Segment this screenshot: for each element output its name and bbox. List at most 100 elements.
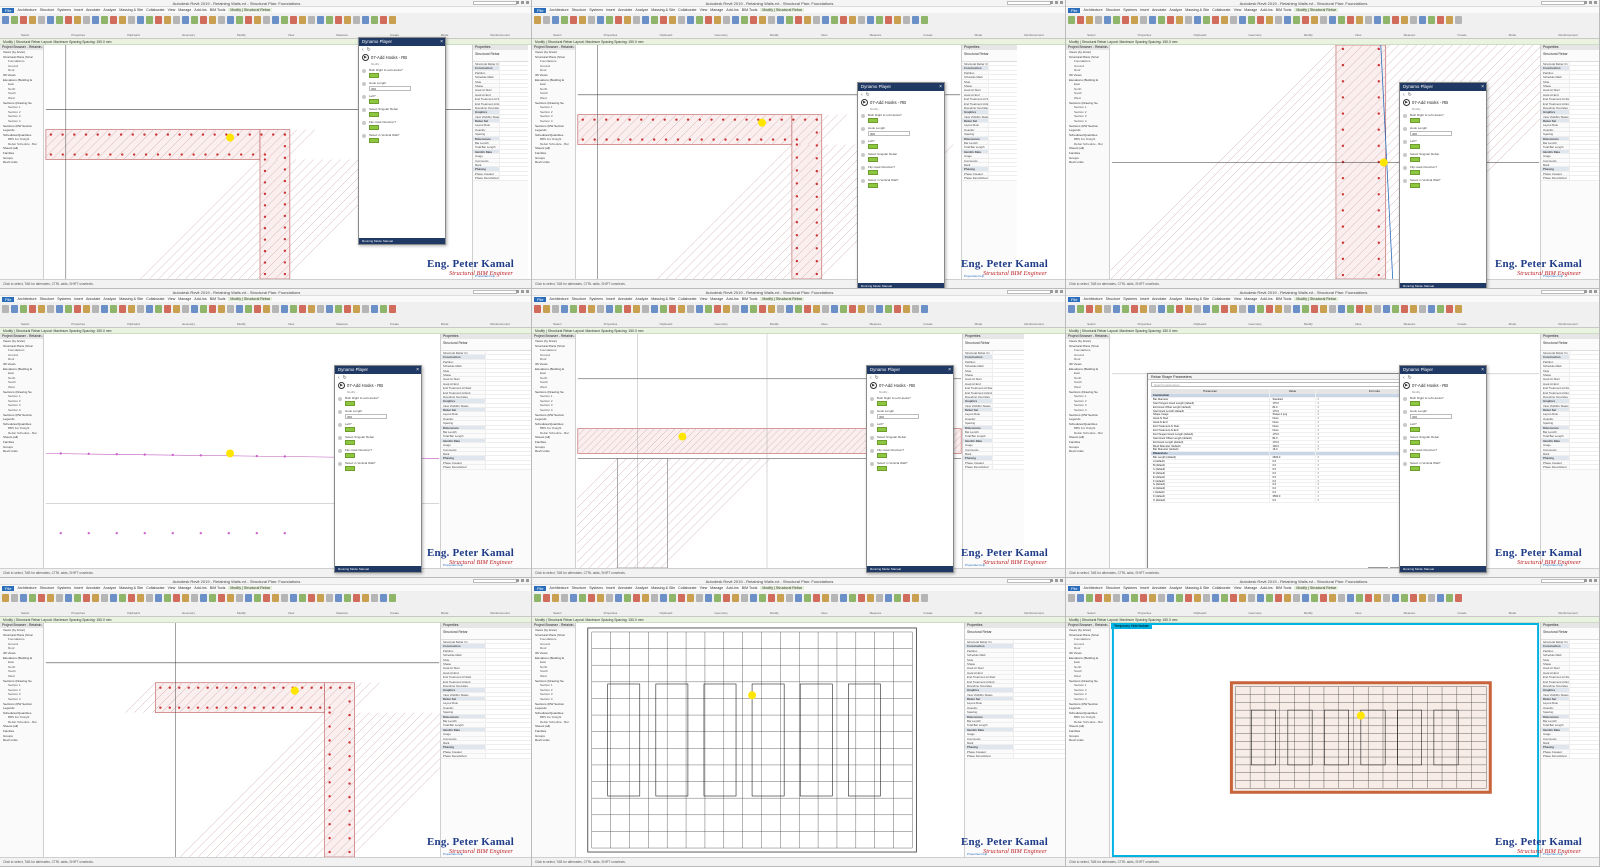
ribbon-tool-icon[interactable]: [1401, 16, 1408, 24]
ribbon-tool-icon[interactable]: [2, 594, 9, 602]
ribbon-tool-icon[interactable]: [146, 594, 153, 602]
property-value[interactable]: [484, 408, 531, 412]
ribbon-tool-icon[interactable]: [1077, 16, 1084, 24]
ribbon-tool-icon[interactable]: [759, 16, 766, 24]
ribbon-tool-icon[interactable]: [1428, 16, 1435, 24]
tab-item[interactable]: Add-Ins: [1260, 297, 1272, 301]
property-value[interactable]: [1569, 692, 1599, 697]
ribbon-tool-icon[interactable]: [651, 16, 658, 24]
ribbon-tool-icon[interactable]: [1149, 305, 1156, 313]
ribbon-tool-icon[interactable]: [1356, 594, 1363, 602]
rebar-dot[interactable]: [815, 131, 818, 134]
property-value[interactable]: [1013, 719, 1065, 723]
rebar-dot[interactable]: [84, 133, 88, 136]
ribbon-tool-icon[interactable]: [876, 16, 883, 24]
ribbon-tool-icon[interactable]: [1248, 305, 1255, 313]
ribbon-tool-icon[interactable]: [11, 594, 18, 602]
rebar-dot[interactable]: [190, 133, 193, 136]
rebar-dot[interactable]: [815, 182, 818, 186]
ribbon-tool-icon[interactable]: [92, 16, 99, 24]
property-value[interactable]: [988, 105, 1017, 110]
ribbon-tool-icon[interactable]: [74, 305, 81, 313]
ribbon-tool-icon[interactable]: [1149, 594, 1156, 602]
ribbon-tool-icon[interactable]: [660, 16, 667, 24]
rebar-dot[interactable]: [605, 138, 608, 141]
rebar-dot[interactable]: [49, 153, 53, 156]
ribbon-tool-icon[interactable]: [903, 594, 910, 602]
ribbon-tool-icon[interactable]: [29, 305, 36, 313]
ribbon-tool-icon[interactable]: [101, 594, 108, 602]
back-icon[interactable]: ‹: [861, 92, 863, 98]
property-value[interactable]: [1569, 675, 1599, 679]
rebar-dot[interactable]: [780, 118, 783, 121]
rebar-dot[interactable]: [815, 169, 818, 173]
ribbon-tool-icon[interactable]: [1383, 594, 1390, 602]
play-icon[interactable]: ▶: [1403, 99, 1410, 106]
rebar-dot[interactable]: [348, 850, 351, 854]
tab-item[interactable]: Manage: [178, 8, 191, 12]
ribbon-tool-icon[interactable]: [155, 305, 162, 313]
ribbon-tool-icon[interactable]: [921, 16, 928, 24]
browser-item[interactable]: Revit Links: [0, 160, 43, 165]
rebar-dot[interactable]: [61, 153, 64, 156]
ribbon-tool-icon[interactable]: [1095, 305, 1102, 313]
tab-item[interactable]: Annotate: [86, 586, 100, 590]
rebar-dot[interactable]: [234, 686, 238, 689]
ribbon-tool-icon[interactable]: [660, 305, 667, 313]
type-selector[interactable]: Structural Rebar: [1541, 628, 1599, 640]
ribbon-tool-icon[interactable]: [1320, 594, 1327, 602]
property-value[interactable]: [1013, 701, 1065, 705]
ribbon-tool-icon[interactable]: [83, 16, 90, 24]
parameter-value[interactable]: 100.0: [1269, 444, 1314, 448]
input-value-field[interactable]: 300: [369, 86, 411, 91]
ribbon-tool-icon[interactable]: [119, 305, 126, 313]
property-value[interactable]: [1569, 75, 1599, 79]
ribbon-tool-icon[interactable]: [1257, 16, 1264, 24]
ribbon-tool-icon[interactable]: [92, 594, 99, 602]
tab-item[interactable]: View: [168, 8, 176, 12]
ribbon-tool-icon[interactable]: [687, 16, 694, 24]
ribbon-tool-icon[interactable]: [254, 16, 261, 24]
ribbon-tool-icon[interactable]: [182, 594, 189, 602]
rebar-dot[interactable]: [328, 809, 331, 812]
rebar-dot[interactable]: [49, 133, 53, 136]
ribbon-tool-icon[interactable]: [822, 594, 829, 602]
rebar-dot[interactable]: [263, 192, 267, 196]
ribbon-tool-icon[interactable]: [687, 594, 694, 602]
tab-item[interactable]: Massing & Site: [119, 586, 143, 590]
rebar-dot[interactable]: [664, 138, 668, 141]
ribbon-tool-icon[interactable]: [1437, 16, 1444, 24]
ribbon-tool-icon[interactable]: [137, 16, 144, 24]
ribbon-tool-icon[interactable]: [263, 305, 270, 313]
ribbon-tool-icon[interactable]: [1158, 16, 1165, 24]
ribbon-tool-icon[interactable]: [561, 16, 568, 24]
ribbon-tool-icon[interactable]: [1230, 16, 1237, 24]
rebar-dot[interactable]: [1341, 257, 1345, 261]
ribbon-tool-icon[interactable]: [786, 594, 793, 602]
property-value[interactable]: [1569, 394, 1599, 399]
close-icon[interactable]: ×: [939, 83, 942, 91]
property-value[interactable]: [499, 110, 528, 114]
rebar-dot[interactable]: [283, 191, 287, 194]
ribbon-tool-icon[interactable]: [633, 594, 640, 602]
ribbon-tool-icon[interactable]: [615, 16, 622, 24]
rebar-dot[interactable]: [1377, 144, 1380, 148]
property-value[interactable]: [499, 176, 528, 180]
ribbon-tool-icon[interactable]: [606, 594, 613, 602]
toggle-switch[interactable]: [868, 183, 878, 188]
toggle-switch[interactable]: [345, 453, 355, 458]
search-input[interactable]: [473, 290, 517, 294]
ribbon-tool-icon[interactable]: [380, 305, 387, 313]
tab-item[interactable]: Annotate: [1152, 297, 1166, 301]
rebar-dot[interactable]: [338, 686, 342, 689]
property-value[interactable]: [1569, 644, 1599, 648]
rebar-dot[interactable]: [319, 706, 322, 709]
property-value[interactable]: [1569, 88, 1599, 92]
ribbon-tool-icon[interactable]: [1284, 16, 1291, 24]
ribbon-tool-icon[interactable]: [146, 305, 153, 313]
ribbon-tool-icon[interactable]: [335, 305, 342, 313]
property-value[interactable]: [484, 355, 531, 359]
property-value[interactable]: [499, 171, 528, 176]
property-value[interactable]: [499, 162, 528, 167]
property-value[interactable]: [1013, 714, 1065, 719]
